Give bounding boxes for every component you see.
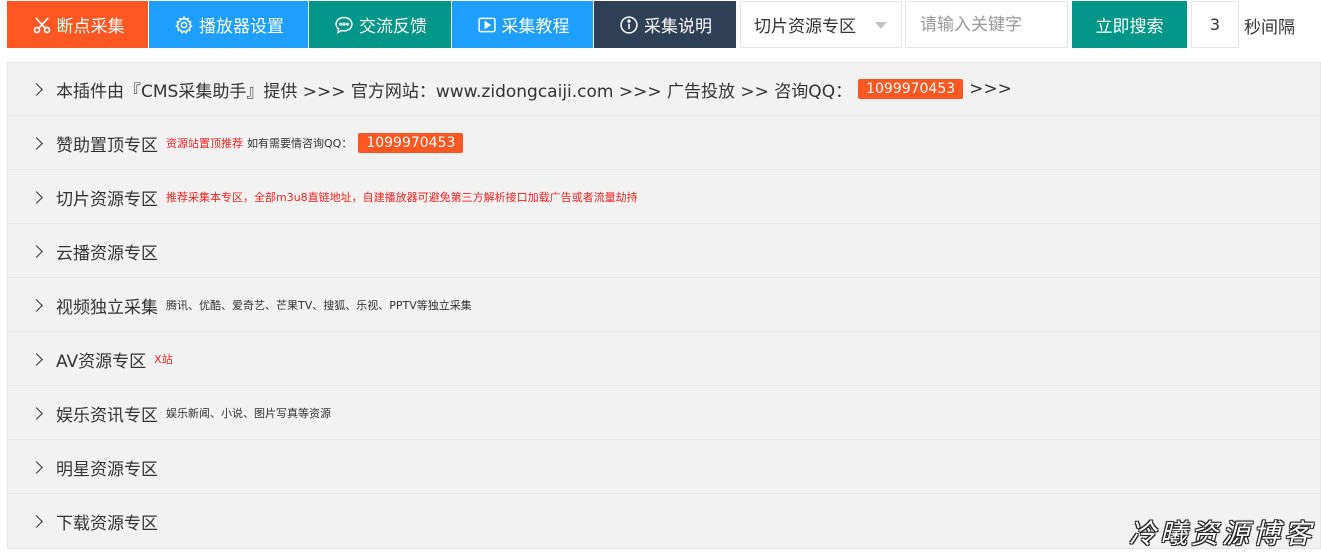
row-note-red: 资源站置顶推荐 <box>166 137 243 150</box>
row-slice-resources[interactable]: 切片资源专区 推荐采集本专区，全部m3u8直链地址，自建播放器可避免第三方解析接… <box>8 171 1320 224</box>
row-title: 明星资源专区 <box>56 459 158 480</box>
row-video-independent[interactable]: 视频独立采集 腾讯、优酷、爱奇艺、芒果TV、搜狐、乐视、PPTV等独立采集 <box>8 279 1320 332</box>
row-title: 下载资源专区 <box>56 514 158 534</box>
search-now-button[interactable]: 立即搜索 <box>1072 1 1187 48</box>
gear-icon <box>173 14 195 36</box>
chevron-right-icon <box>30 298 43 312</box>
source-list-panel: 本插件由『CMS采集助手』提供 >>> 官方网站：www.zidongcaiji… <box>7 62 1321 549</box>
collect-help-label: 采集说明 <box>644 17 712 37</box>
interval-label: 秒间隔 <box>1244 18 1295 38</box>
row-title: 娱乐资讯专区 <box>56 405 158 426</box>
qq-badge: 1099970453 <box>358 133 464 153</box>
chevron-right-icon <box>30 515 43 528</box>
row-title: AV资源专区 <box>56 351 147 372</box>
row-note: 腾讯、优酷、爱奇艺、芒果TV、搜狐、乐视、PPTV等独立采集 <box>166 299 472 312</box>
player-settings-label: 播放器设置 <box>199 17 284 37</box>
chevron-right-icon <box>30 190 43 204</box>
watermark: 冷曦资源博客 <box>1129 519 1315 550</box>
row-note: 如有需要情咨询QQ： <box>247 137 353 150</box>
scissors-icon <box>31 14 53 36</box>
chevron-right-icon <box>30 406 43 420</box>
row-title: 本插件由『CMS采集助手』提供 >>> 官方网站：www.zidongcaiji… <box>56 81 853 102</box>
row-title: 赞助置顶专区 <box>56 135 158 156</box>
category-select[interactable]: 切片资源专区 <box>740 1 902 48</box>
row-note-red: X站 <box>154 353 173 366</box>
chevron-right-icon <box>30 352 43 366</box>
chevron-right-icon <box>30 244 43 258</box>
row-title: 云播资源专区 <box>56 243 158 264</box>
collect-help-button[interactable]: 采集说明 <box>594 1 736 48</box>
caret-down-icon <box>875 22 887 29</box>
row-note: 娱乐新闻、小说、图片写真等资源 <box>166 407 331 420</box>
row-suffix: >>> <box>969 79 1012 99</box>
row-note-red: 推荐采集本专区，全部m3u8直链地址，自建播放器可避免第三方解析接口加载广告或者… <box>166 191 638 204</box>
row-av-resources[interactable]: AV资源专区 X站 <box>8 333 1320 386</box>
resume-collect-button[interactable]: 断点采集 <box>7 1 148 48</box>
row-entertainment[interactable]: 娱乐资讯专区 娱乐新闻、小说、图片写真等资源 <box>8 387 1320 440</box>
interval-seconds-input[interactable] <box>1191 1 1239 48</box>
keyword-search-input[interactable] <box>905 1 1068 48</box>
resume-collect-label: 断点采集 <box>56 17 125 37</box>
chevron-right-icon <box>30 82 43 96</box>
row-cloud-play[interactable]: 云播资源专区 <box>8 225 1320 278</box>
row-download[interactable]: 下载资源专区 <box>8 495 1320 548</box>
chevron-right-icon <box>30 460 43 474</box>
category-select-value: 切片资源专区 <box>754 17 856 37</box>
tutorial-label: 采集教程 <box>501 17 570 37</box>
row-celebrity[interactable]: 明星资源专区 <box>8 441 1320 494</box>
chevron-right-icon <box>30 136 43 150</box>
toolbar: 断点采集 播放器设置 交流反馈 采集教程 采集说明 切片资源专区 立即搜索 秒间… <box>0 0 1321 50</box>
row-title: 切片资源专区 <box>56 189 158 210</box>
row-plugin-info[interactable]: 本插件由『CMS采集助手』提供 >>> 官方网站：www.zidongcaiji… <box>8 63 1320 116</box>
player-settings-button[interactable]: 播放器设置 <box>149 1 308 48</box>
row-title: 视频独立采集 <box>56 297 158 318</box>
chat-icon <box>333 14 355 36</box>
video-icon <box>476 14 498 36</box>
row-sponsor-top[interactable]: 赞助置顶专区 资源站置顶推荐 如有需要情咨询QQ： 1099970453 <box>8 117 1320 170</box>
tutorial-button[interactable]: 采集教程 <box>452 1 593 48</box>
info-icon <box>618 14 640 36</box>
feedback-label: 交流反馈 <box>359 17 427 37</box>
qq-badge: 1099970453 <box>858 79 964 99</box>
feedback-button[interactable]: 交流反馈 <box>309 1 451 48</box>
